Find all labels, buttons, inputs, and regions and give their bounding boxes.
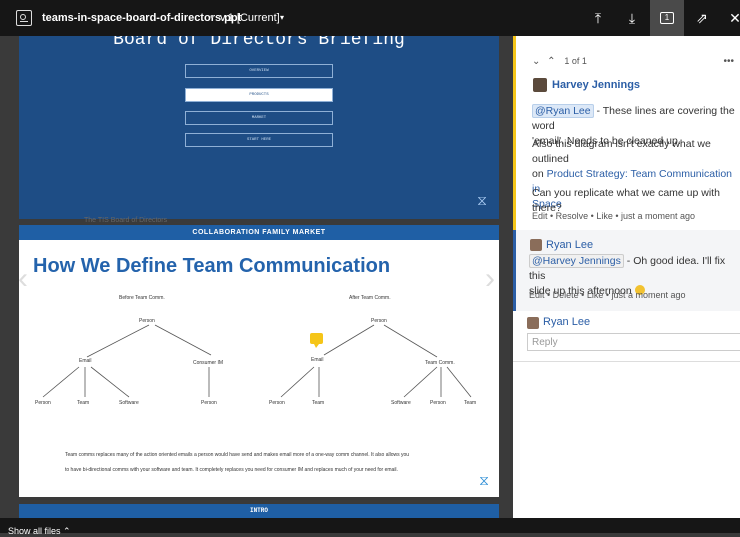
before-label: Before Team Comm. [119,295,165,301]
mention-link[interactable]: @Harvey Jennings [529,254,624,268]
comment-counter: 1 of 1 [564,56,587,66]
node-software: Software [119,400,139,406]
close-button[interactable]: ✕ [718,0,740,36]
slide-body-line: to have bi-directional comms with your s… [65,467,398,473]
comment-thread: ⌄ ⌃ 1 of 1 ••• Harvey Jennings @Ryan Lee… [513,36,740,230]
comments-panel: ⌄ ⌃ 1 of 1 ••• Harvey Jennings @Ryan Lee… [513,36,740,518]
slide-intro[interactable]: INTRO [19,504,499,518]
comment-author[interactable]: Harvey Jennings [552,79,640,91]
node-consumer-im: Consumer IM [193,360,224,366]
avatar [533,78,547,92]
more-options-icon[interactable]: ••• [723,56,734,67]
close-icon: ✕ [729,9,740,26]
slide-menu-products: PRODUCTS [185,88,333,102]
node-email: Email [79,358,92,364]
slide-viewer: Board of Directors Briefing OVERVIEW PRO… [0,36,513,518]
slide-ghost-text: The TIS Board of Directors [84,217,168,224]
mention-link[interactable]: @Ryan Lee [532,104,594,118]
download-button[interactable]: ⤓ [615,0,649,36]
presentation-file-icon [16,10,32,26]
reply-author: Ryan Lee [543,316,591,328]
node-person: Person [269,400,285,406]
slide-board-briefing[interactable]: Board of Directors Briefing OVERVIEW PRO… [19,36,499,219]
node-person: Person [201,400,217,406]
comment-actions[interactable]: Edit • Resolve • Like • just a moment ag… [532,211,695,221]
next-comment-icon[interactable]: ⌄ [532,56,540,67]
slide-title: Board of Directors Briefing [113,36,405,50]
upload-icon: ⤒ [594,9,602,26]
bottom-bar: Show all files ⌃ [0,518,740,536]
node-team: Team [77,400,90,406]
node-person: Person [430,400,446,406]
comment-text-part: Also this diagram isn't exactly what we … [532,138,711,165]
panel-divider [513,361,740,362]
slide-menu-overview: OVERVIEW [185,64,333,78]
comment-author[interactable]: Ryan Lee [546,239,593,251]
node-software: Software [391,400,411,406]
node-person: Person [371,318,387,324]
comment-text-part: on [532,168,547,180]
avatar [527,317,539,329]
comments-toggle-button[interactable]: 1 [650,0,684,36]
company-logo-icon: ⧖ [477,192,487,208]
comment-icon: 1 [660,12,674,24]
company-logo-icon: ⧖ [479,472,489,488]
slide-menu-market: MARKET [185,111,333,125]
previous-slide-arrow-icon[interactable]: ‹ [18,264,28,294]
upload-button[interactable]: ⤒ [581,0,615,36]
node-team: Team [312,400,325,406]
title-separator: • [210,11,214,23]
share-icon: ⇗ [696,9,708,26]
reply-input[interactable]: Reply [527,333,740,351]
comment-actions[interactable]: Edit • Delete • Like • just a moment ago [529,290,686,300]
download-icon: ⤓ [628,9,636,26]
node-person: Person [35,400,51,406]
node-email: Email [311,357,324,363]
previous-comment-icon[interactable]: ⌃ [547,56,555,67]
comment-navigation: ⌄ ⌃ 1 of 1 [532,56,587,67]
share-button[interactable]: ⇗ [685,0,719,36]
chevron-down-icon[interactable]: ▾ [280,13,284,22]
top-bar: teams-in-space-board-of-directors.ppt • … [0,0,740,36]
node-team: Team [464,400,477,406]
after-label: After Team Comm. [349,295,391,301]
slide-menu-start: START HERE [185,133,333,147]
slide-team-communication[interactable]: COLLABORATION FAMILY MARKET How We Defin… [19,225,499,497]
comment-reply: Ryan Lee @Harvey Jennings - Oh good idea… [513,230,740,311]
slide-body-line: Team comms replaces many of the action o… [65,452,410,458]
node-team-comm: Team Comm. [425,360,455,366]
next-slide-arrow-icon[interactable]: › [485,264,495,294]
show-all-files-button[interactable]: Show all files ⌃ [8,526,71,537]
avatar [530,239,542,251]
comment-pin-icon [310,333,323,344]
version-dropdown[interactable]: v.1 [Current] [220,12,280,24]
node-person: Person [139,318,155,324]
